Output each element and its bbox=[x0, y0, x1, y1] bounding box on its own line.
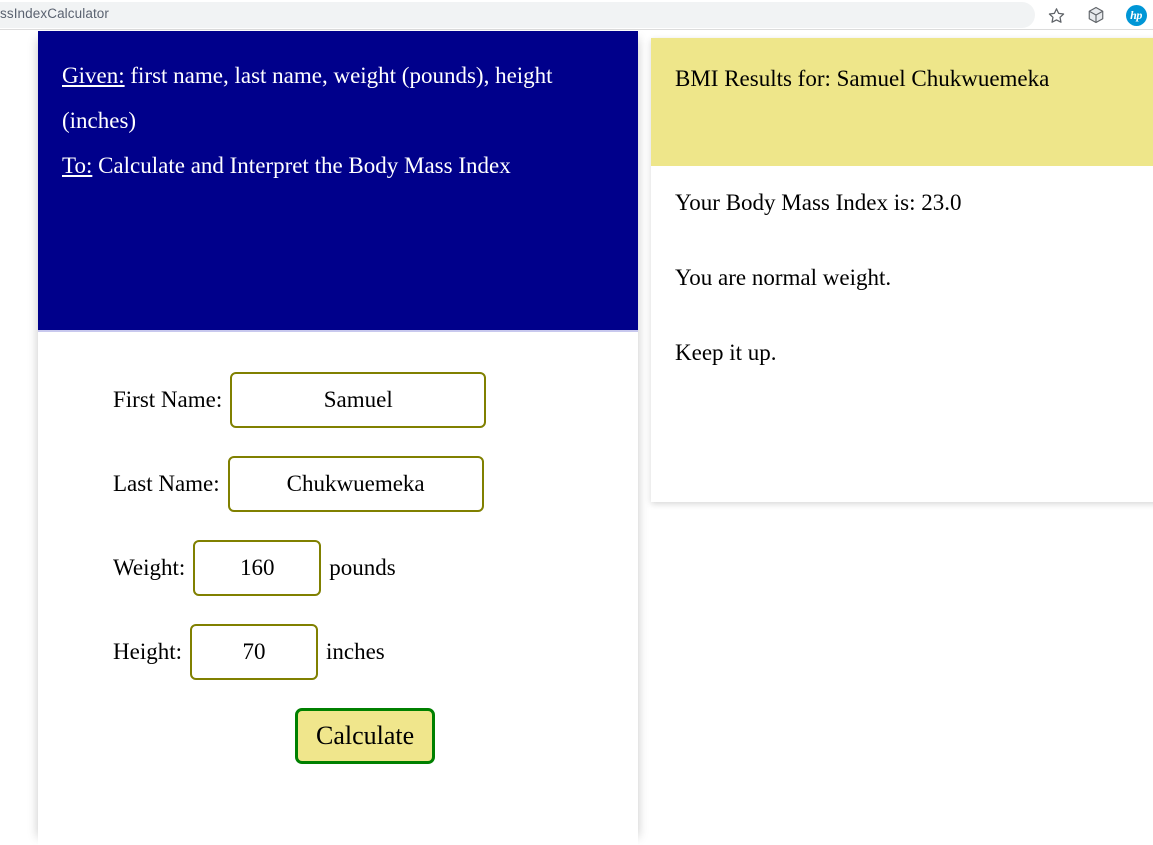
intro-banner: Given: first name, last name, weight (po… bbox=[38, 31, 638, 332]
last-name-row: Last Name: bbox=[38, 456, 638, 512]
address-bar[interactable]: ssIndexCalculator bbox=[0, 2, 1035, 28]
bmi-advice-line: Keep it up. bbox=[675, 340, 777, 365]
first-name-row: First Name: bbox=[38, 372, 638, 428]
bmi-category-line: You are normal weight. bbox=[675, 265, 892, 290]
last-name-label: Last Name: bbox=[113, 471, 220, 496]
bmi-value-line: Your Body Mass Index is: 23.0 bbox=[675, 190, 962, 215]
given-line: Given: first name, last name, weight (po… bbox=[62, 53, 614, 143]
bmi-results-card: BMI Results for: Samuel Chukwuemeka Your… bbox=[651, 38, 1153, 502]
given-text: first name, last name, weight (pounds), … bbox=[62, 63, 553, 133]
address-bar-text: ssIndexCalculator bbox=[0, 6, 110, 21]
to-label: To: bbox=[62, 153, 93, 178]
given-label: Given: bbox=[62, 63, 125, 88]
height-row: Height: inches bbox=[38, 624, 638, 680]
weight-unit-label: pounds bbox=[329, 555, 396, 580]
bmi-form-panel: Given: first name, last name, weight (po… bbox=[38, 31, 638, 845]
bookmark-star-icon[interactable] bbox=[1045, 4, 1067, 26]
results-body: Your Body Mass Index is: 23.0 You are no… bbox=[651, 166, 1153, 502]
browser-toolbar: ssIndexCalculator hp bbox=[0, 0, 1153, 30]
hp-profile-icon[interactable]: hp bbox=[1125, 4, 1147, 26]
weight-input[interactable] bbox=[193, 540, 322, 596]
to-line: To: Calculate and Interpret the Body Mas… bbox=[62, 143, 614, 188]
page-content: Given: first name, last name, weight (po… bbox=[0, 31, 1153, 845]
height-input[interactable] bbox=[190, 624, 318, 680]
cube-extension-icon[interactable] bbox=[1085, 4, 1107, 26]
height-label: Height: bbox=[113, 639, 182, 664]
last-name-input[interactable] bbox=[227, 456, 484, 512]
calculate-button[interactable]: Calculate bbox=[295, 708, 436, 764]
first-name-label: First Name: bbox=[113, 387, 223, 412]
weight-label: Weight: bbox=[113, 555, 186, 580]
hp-logo-label: hp bbox=[1125, 4, 1147, 26]
submit-row: Calculate bbox=[38, 708, 638, 764]
toolbar-icon-group: hp bbox=[1045, 0, 1147, 30]
height-unit-label: inches bbox=[326, 639, 385, 664]
bmi-input-form: First Name: Last Name: Weight: pounds He… bbox=[38, 332, 638, 764]
first-name-input[interactable] bbox=[230, 372, 487, 428]
weight-row: Weight: pounds bbox=[38, 540, 638, 596]
results-header: BMI Results for: Samuel Chukwuemeka bbox=[651, 38, 1153, 166]
to-text: Calculate and Interpret the Body Mass In… bbox=[92, 153, 511, 178]
